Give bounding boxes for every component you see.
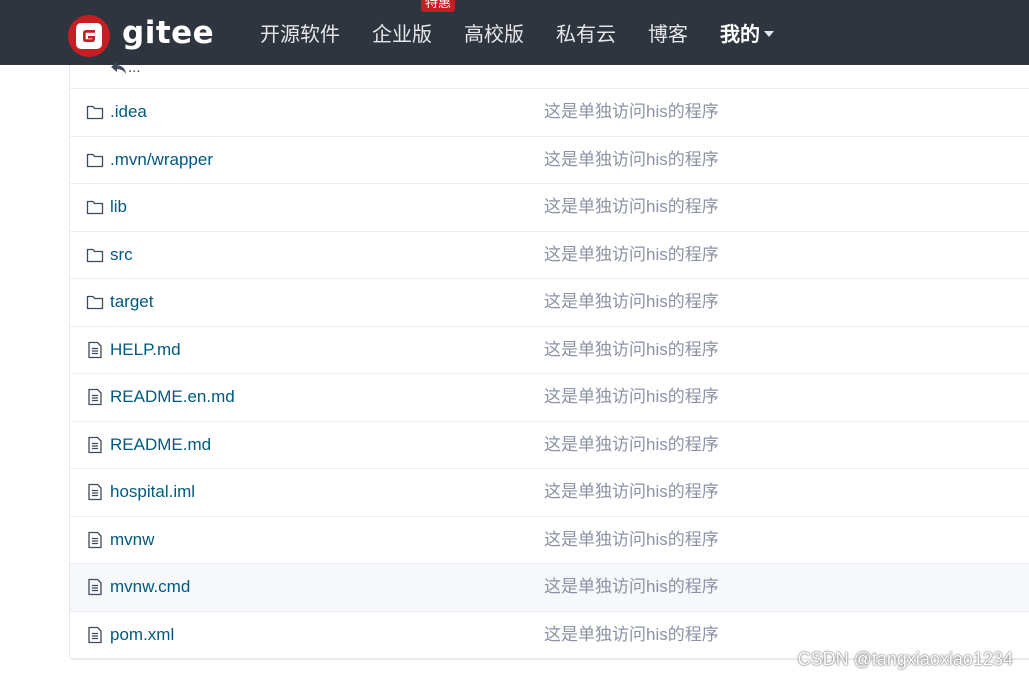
commit-message-link[interactable]: 这是单独访问his的程序 — [544, 245, 719, 265]
file-row[interactable]: lib 这是单独访问his的程序 — [70, 184, 1029, 232]
gitee-logo-icon — [68, 15, 110, 57]
commit-message-link[interactable]: 这是单独访问his的程序 — [544, 482, 719, 502]
file-row[interactable]: mvnw.cmd 这是单独访问his的程序 — [70, 564, 1029, 612]
nav-education[interactable]: 高校版 — [464, 18, 524, 47]
file-row[interactable]: .mvn/wrapper 这是单独访问his的程序 — [70, 137, 1029, 184]
file-text-icon — [86, 531, 104, 549]
parent-directory-label: ... — [128, 59, 141, 76]
file-row[interactable]: target 这是单独访问his的程序 — [70, 279, 1029, 327]
folder-name-link[interactable]: .idea — [110, 102, 147, 122]
nav-open-source[interactable]: 开源软件 — [260, 18, 340, 47]
parent-directory-row[interactable]: ... — [70, 59, 1029, 89]
main-nav: 开源软件 企业版 特惠 高校版 私有云 博客 我的 — [260, 0, 806, 65]
file-row[interactable]: hospital.iml 这是单独访问his的程序 — [70, 469, 1029, 517]
commit-message-link[interactable]: 这是单独访问his的程序 — [544, 625, 719, 645]
file-row[interactable]: HELP.md 这是单独访问his的程序 — [70, 327, 1029, 374]
file-text-icon — [86, 626, 104, 644]
commit-message-link[interactable]: 这是单独访问his的程序 — [544, 197, 719, 217]
file-text-icon — [86, 483, 104, 501]
nav-mine-label: 我的 — [720, 24, 760, 46]
commit-message-link[interactable]: 这是单独访问his的程序 — [544, 530, 719, 550]
commit-message-link[interactable]: 这是单独访问his的程序 — [544, 435, 719, 455]
file-row[interactable]: mvnw 这是单独访问his的程序 — [70, 517, 1029, 564]
commit-message-link[interactable]: 这是单独访问his的程序 — [544, 577, 719, 597]
file-text-icon — [86, 436, 104, 454]
nav-blog[interactable]: 博客 — [648, 18, 688, 47]
file-row[interactable]: .idea 这是单独访问his的程序 — [70, 89, 1029, 137]
file-name-link[interactable]: mvnw — [110, 530, 154, 550]
commit-message-link[interactable]: 这是单独访问his的程序 — [544, 102, 719, 122]
csdn-watermark: CSDN @tangxiaoxiao1234 — [797, 649, 1013, 669]
gitee-logo[interactable]: gitee — [68, 15, 214, 57]
commit-message-link[interactable]: 这是单独访问his的程序 — [544, 150, 719, 170]
top-navbar: gitee 开源软件 企业版 特惠 高校版 私有云 博客 我的 — [0, 0, 1029, 65]
file-row[interactable]: README.en.md 这是单独访问his的程序 — [70, 374, 1029, 422]
file-text-icon — [86, 341, 104, 359]
commit-message-link[interactable]: 这是单独访问his的程序 — [544, 292, 719, 312]
promo-badge: 特惠 — [421, 0, 456, 12]
logo-text: gitee — [122, 14, 215, 51]
file-name-link[interactable]: mvnw.cmd — [110, 577, 190, 597]
file-row[interactable]: src 这是单独访问his的程序 — [70, 232, 1029, 279]
folder-name-link[interactable]: src — [110, 245, 133, 265]
nav-mine-dropdown[interactable]: 我的 — [720, 18, 774, 47]
file-name-link[interactable]: pom.xml — [110, 625, 174, 645]
file-rows: .idea 这是单独访问his的程序 .mvn/wrapper 这是单独访问his的程… — [70, 89, 1029, 659]
nav-enterprise-label: 企业版 — [372, 24, 432, 46]
file-row[interactable]: README.md 这是单独访问his的程序 — [70, 422, 1029, 469]
nav-private-cloud[interactable]: 私有云 — [556, 18, 616, 47]
file-text-icon — [86, 388, 104, 406]
folder-icon — [86, 198, 104, 216]
folder-name-link[interactable]: lib — [110, 197, 127, 217]
folder-name-link[interactable]: target — [110, 292, 153, 312]
folder-icon — [86, 151, 104, 169]
folder-icon — [86, 293, 104, 311]
file-name-link[interactable]: hospital.iml — [110, 482, 195, 502]
file-name-link[interactable]: HELP.md — [110, 340, 181, 360]
parent-directory-link[interactable]: ... — [110, 59, 141, 76]
back-arrow-icon — [111, 61, 126, 74]
folder-icon — [86, 246, 104, 264]
commit-message-link[interactable]: 这是单独访问his的程序 — [544, 387, 719, 407]
file-name-link[interactable]: README.md — [110, 435, 211, 455]
caret-down-icon — [764, 30, 774, 37]
folder-icon — [86, 103, 104, 121]
file-name-link[interactable]: README.en.md — [110, 387, 235, 407]
file-tree-list: ... .idea 这是单独访问his的程序 .mvn/wrapper 这是单独访问h… — [69, 59, 1029, 660]
file-text-icon — [86, 578, 104, 596]
folder-name-link[interactable]: .mvn/wrapper — [110, 150, 213, 170]
commit-message-link[interactable]: 这是单独访问his的程序 — [544, 340, 719, 360]
nav-enterprise[interactable]: 企业版 特惠 — [372, 0, 456, 47]
